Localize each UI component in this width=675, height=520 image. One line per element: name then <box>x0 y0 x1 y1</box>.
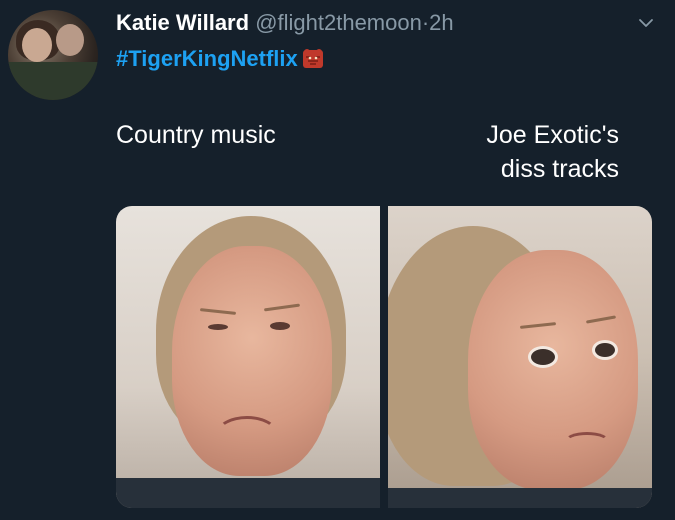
tweet-header: Katie Willard @flight2themoon·2h <box>116 8 454 38</box>
photo-left-mouth <box>216 416 278 452</box>
photo-left-shirt <box>116 478 380 508</box>
avatar-body <box>8 62 98 100</box>
media-grid <box>116 206 652 508</box>
caption-right-line2: diss tracks <box>500 155 619 183</box>
avatar-face <box>22 28 52 62</box>
author-name[interactable]: Katie Willard <box>116 10 249 35</box>
tiger-face-emoji-icon <box>302 49 323 68</box>
avatar[interactable] <box>8 10 98 100</box>
chevron-down-icon[interactable] <box>638 15 654 31</box>
photo-right-face <box>468 250 638 490</box>
timestamp[interactable]: 2h <box>429 10 453 35</box>
photo-right-shirt <box>388 488 652 508</box>
caption-right-line1: Joe Exotic's <box>486 121 619 149</box>
avatar-face-secondary <box>56 24 84 56</box>
caption-right: Joe Exotic's diss tracks <box>419 118 619 186</box>
photo-right-mouth <box>564 432 610 452</box>
photo-right[interactable] <box>388 206 652 508</box>
photo-right-eye-left <box>528 346 558 368</box>
photo-left-eye-left <box>208 324 228 330</box>
photo-left-eye-right <box>270 322 290 330</box>
hashtag-link[interactable]: #TigerKingNetflix <box>116 44 298 74</box>
tweet-text-line1: #TigerKingNetflix <box>116 44 324 74</box>
tweet[interactable]: Katie Willard @flight2themoon·2h #TigerK… <box>0 0 675 520</box>
photo-left[interactable] <box>116 206 380 508</box>
caption-left: Country music <box>116 121 276 149</box>
photo-right-eye-right <box>592 340 618 360</box>
author-handle[interactable]: @flight2themoon <box>255 10 422 35</box>
